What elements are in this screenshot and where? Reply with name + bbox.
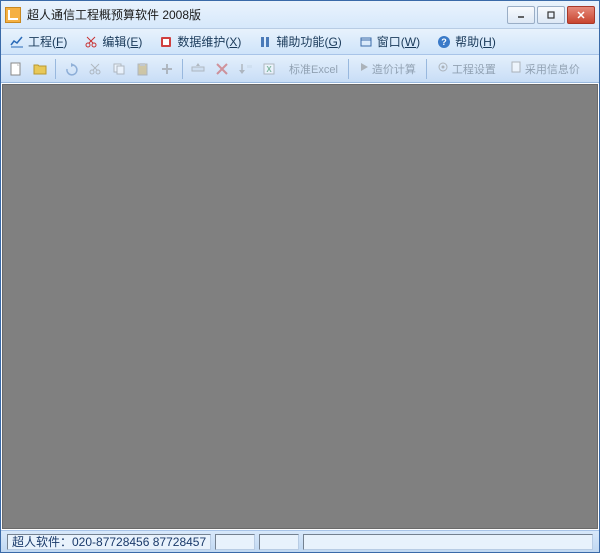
delete-button [211,58,233,80]
menu-project[interactable]: 工程(F) [5,31,71,52]
settings-button: 工程设置 [431,58,502,80]
svg-text:?: ? [441,37,447,47]
calc-button: 造价计算 [353,58,422,80]
document-icon [510,61,522,76]
menu-label: 窗口(W) [377,33,420,50]
cut-button [84,58,106,80]
add-button [156,58,178,80]
copy-button [108,58,130,80]
minimize-button[interactable] [507,6,535,24]
titlebar: 超人通信工程概预算软件 2008版 [1,1,599,29]
menu-data[interactable]: 数据维护(X) [154,31,245,52]
menu-label: 辅助功能(G) [276,33,341,50]
app-window: 超人通信工程概预算软件 2008版 工程(F) 编辑(E) 数据维护(X) [0,0,600,553]
statusbar: 超人软件：020-87728456 87728457 [1,530,599,552]
menu-aux[interactable]: 辅助功能(G) [253,31,345,52]
separator [55,59,56,79]
new-button[interactable] [5,58,27,80]
close-button[interactable] [567,6,595,24]
tools-icon [257,34,273,50]
menu-edit[interactable]: 编辑(E) [79,31,146,52]
status-main: 超人软件：020-87728456 87728457 [7,534,211,550]
window-title: 超人通信工程概预算软件 2008版 [27,6,507,23]
status-cell-2 [259,534,299,550]
workspace-area [2,84,598,529]
window-controls [507,6,595,24]
separator [426,59,427,79]
maximize-button[interactable] [537,6,565,24]
menu-label: 帮助(H) [455,33,496,50]
separator [182,59,183,79]
move-down-button [235,58,257,80]
play-icon [359,62,369,75]
menubar: 工程(F) 编辑(E) 数据维护(X) 辅助功能(G) 窗口(W) ? 帮助(H… [1,29,599,55]
insert-row-button [187,58,209,80]
app-icon [5,7,21,23]
status-cell-3 [303,534,593,550]
info-price-button: 采用信息价 [504,58,586,80]
open-button[interactable] [29,58,51,80]
chart-icon [9,34,25,50]
menu-window[interactable]: 窗口(W) [354,31,424,52]
window-icon [358,34,374,50]
gear-icon [437,61,449,76]
menu-help[interactable]: ? 帮助(H) [432,31,500,52]
toolbar: X 标准Excel 造价计算 工程设置 采用信息价 [1,55,599,83]
paste-button [132,58,154,80]
svg-text:X: X [266,65,272,74]
database-icon [158,34,174,50]
help-icon: ? [436,34,452,50]
scissors-icon [83,34,99,50]
excel-button: 标准Excel [283,58,344,80]
menu-label: 编辑(E) [102,33,142,50]
export-button: X [259,58,281,80]
menu-label: 数据维护(X) [177,33,241,50]
undo-button [60,58,82,80]
separator [348,59,349,79]
status-cell-1 [215,534,255,550]
menu-label: 工程(F) [28,33,67,50]
